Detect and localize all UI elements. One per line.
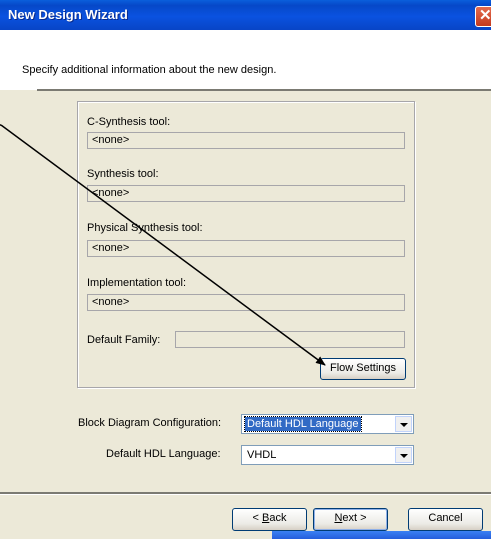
new-design-wizard-window: New Design Wizard ✕ Specify additional i… bbox=[0, 0, 491, 539]
arrow-line bbox=[0, 124, 326, 366]
annotation-arrow bbox=[0, 124, 326, 366]
